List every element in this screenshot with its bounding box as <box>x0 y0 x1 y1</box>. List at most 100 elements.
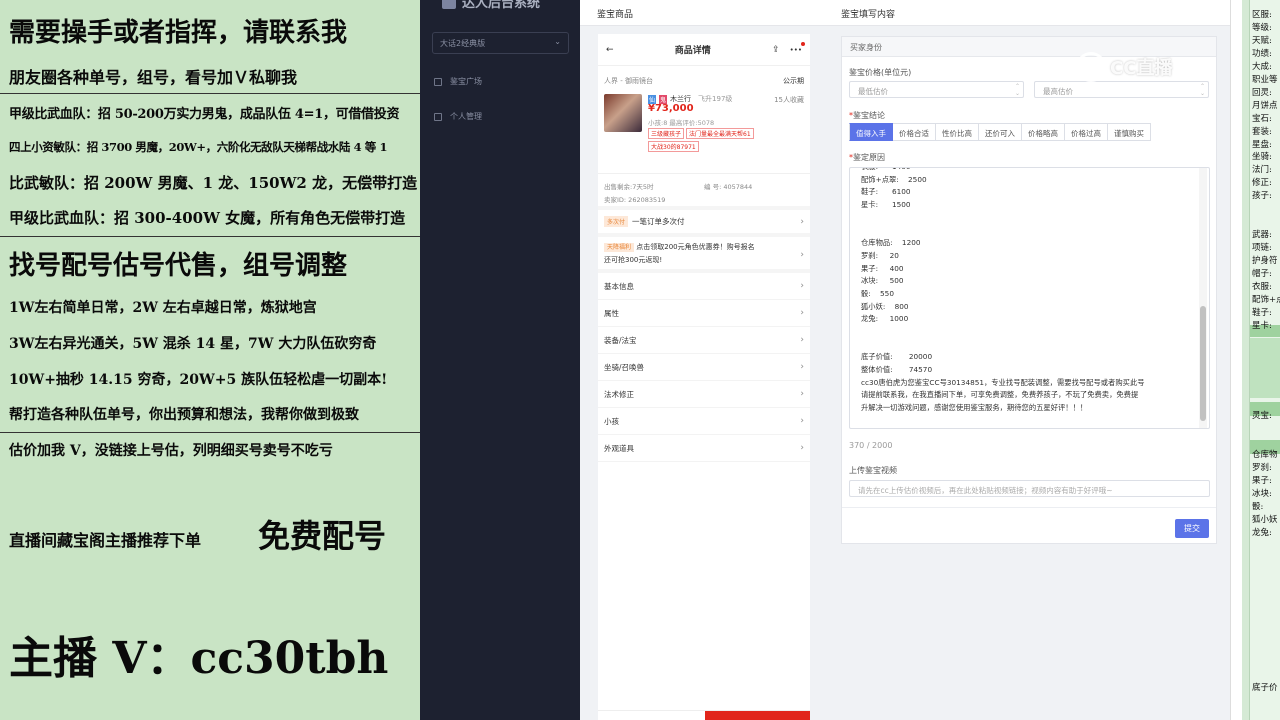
more-icon[interactable]: ••• <box>790 41 805 54</box>
tag: 三级藏孩子 <box>648 128 685 139</box>
notes-line: 月饼点 <box>1252 100 1278 111</box>
game-select[interactable]: 大话2经典版 ⌄ <box>432 32 569 54</box>
promo-text-2: 还可抢300元返现! <box>604 256 663 264</box>
reason-line: 狐小妖: 800 <box>861 301 909 311</box>
reason-label: *鉴定原因 <box>849 153 885 162</box>
menu-label: 小孩 <box>604 416 619 426</box>
role-card[interactable]: 仙 鬼 木兰行 飞升197级 15人收藏 ¥73,000 小孩:8 最高评价:5… <box>598 94 810 174</box>
option-worth-buying[interactable]: 值得入手 <box>849 123 893 141</box>
promo-highlight: 免费配号 <box>258 517 387 555</box>
sidebar-item-personal[interactable]: 个人管理 <box>434 111 482 122</box>
page-header: 鉴宝商品 鉴宝填写内容 <box>580 0 1230 26</box>
notes-line: 星卡: <box>1252 320 1272 331</box>
buy-button[interactable] <box>705 711 810 720</box>
multi-pay-row[interactable]: 多次付 一笔订单多次付 › <box>598 210 810 237</box>
option-bargain[interactable]: 还价可入 <box>979 123 1022 141</box>
product-preview: ← 商品详情 ⇪ ••• 人界 - 御雨镜台 公示期 仙 鬼 木兰行 飞升197… <box>598 34 810 720</box>
brand-title: 达人后台系统 <box>462 0 541 11</box>
sidebar-item-label: 个人管理 <box>450 112 482 121</box>
char-count: 370 / 2000 <box>849 441 893 450</box>
textarea-scroll-thumb[interactable] <box>1200 306 1206 421</box>
preview-navbar: ← 商品详情 ⇪ ••• <box>598 34 810 66</box>
menu-item-spell-mod[interactable]: 法术修正 › <box>598 381 810 408</box>
share-icon[interactable]: ⇪ <box>772 45 780 55</box>
window-scrollbar[interactable] <box>1230 0 1242 720</box>
menu-item-mounts-pets[interactable]: 坐骑/召唤兽 › <box>598 354 810 381</box>
notes-line: 坐骑: <box>1252 152 1272 163</box>
sidebar: 达人后台系统 大话2经典版 ⌄ 鉴宝广场 个人管理 <box>420 0 580 720</box>
watermark-text: CC直播 <box>1110 58 1173 79</box>
server-row: 人界 - 御雨镜台 公示期 <box>598 76 810 86</box>
notes-line: 骰: <box>1252 502 1264 513</box>
notes-line: 护身符 <box>1252 256 1278 267</box>
price-label: 鉴宝价格(单位元) <box>849 68 912 77</box>
reason-line: 冰块: 500 <box>861 276 904 286</box>
menu-item-equipment[interactable]: 装备/法宝 › <box>598 327 810 354</box>
notes-line: 套装: <box>1252 126 1272 137</box>
chevron-right-icon: › <box>800 308 804 318</box>
video-link-input[interactable]: 请先在cc上传估价视频后，再在此处粘贴视频链接；视频内容有助于好评哦~ <box>849 480 1210 497</box>
reason-textarea[interactable]: 衣服: 1400配饰+点翠: 2500 鞋子: 6100 星卡: 1500 仓库物品:… <box>849 167 1210 429</box>
menu-label: 外观道具 <box>604 443 634 453</box>
stepper-icon[interactable]: ⌃ ⌄ <box>1015 83 1020 97</box>
notes-line: 果子: <box>1252 476 1272 487</box>
time-left: 出售剩余:7天5时 <box>604 183 654 191</box>
conclusion-options: 值得入手 价格合适 性价比高 还价可入 价格略高 价格过高 谨慎购买 <box>849 123 1151 141</box>
option-good-value[interactable]: 性价比高 <box>936 123 979 141</box>
appraisal-form: 买家身份 鉴宝价格(单位元) 最低估价 ⌃ ⌄ 最高估价 ⌃ ⌄ *鉴宝结论 值得入… <box>841 36 1217 544</box>
brand: 达人后台系统 <box>442 0 540 11</box>
price: ¥73,000 <box>648 103 694 114</box>
chevron-right-icon: › <box>800 216 804 227</box>
streamer-contact: 主播 V：cc30tbh <box>9 633 389 684</box>
promo-line: 估价加我 V，没链接上号估，列明细买号卖号不吃亏 <box>9 443 333 459</box>
chevron-right-icon: › <box>800 443 804 453</box>
reason-line: 鞋子: 6100 <box>861 187 911 197</box>
stepper-icon[interactable]: ⌃ ⌄ <box>1200 83 1205 97</box>
reason-line: 升解决一切游戏问题，感谢您使用鉴宝服务，期待您的五星好评！！！ <box>861 403 1088 413</box>
favorites-count: 15人收藏 <box>774 96 804 104</box>
menu-item-attributes[interactable]: 属性 › <box>598 300 810 327</box>
notes-line: 龙兔: <box>1252 528 1272 538</box>
brand-logo-icon <box>442 0 456 9</box>
min-price-input[interactable]: 最低估价 ⌃ ⌄ <box>849 81 1024 98</box>
max-price-placeholder: 最高估价 <box>1043 87 1073 96</box>
max-price-input[interactable]: 最高估价 ⌃ ⌄ <box>1034 81 1209 98</box>
option-slightly-high[interactable]: 价格略高 <box>1022 123 1065 141</box>
cc-live-watermark: CC直播 <box>1076 52 1172 82</box>
reason-line: 衣服: 1400 <box>861 168 1197 174</box>
notes-document: 区服: 等级: 天赋: 功绩: 大成: 职业等 回灵: 月饼点 宝石: 套装: 星盘: 坐骑: 法门: 修… <box>1242 0 1280 720</box>
notes-line: 宝石: <box>1252 113 1272 124</box>
pay-text: 一笔订单多次付 <box>632 217 685 226</box>
menu-item-children[interactable]: 小孩 › <box>598 408 810 435</box>
min-price-placeholder: 最低估价 <box>858 87 888 96</box>
notes-line: 等级: <box>1252 22 1272 33</box>
reason-line: 果子: 400 <box>861 263 904 273</box>
reason-line <box>861 326 1197 339</box>
promo-row[interactable]: 天降福利 点击领取200元角色优惠券！购号报名 还可抢300元返现! › <box>598 237 810 273</box>
notes-line: 功绩: <box>1252 48 1272 59</box>
pay-tag: 多次付 <box>604 216 629 227</box>
menu-item-basic-info[interactable]: 基本信息 › <box>598 273 810 300</box>
highlight-block <box>1250 338 1280 398</box>
sidebar-item-label: 鉴宝广场 <box>450 77 482 86</box>
promo-line: 直播间藏宝阁主播推荐下单 <box>9 531 202 550</box>
promo-line: 比武敏队：招 200W 男魔、1 龙、150W2 龙，无偿带打造 <box>9 174 418 192</box>
menu-label: 装备/法宝 <box>604 335 637 345</box>
back-arrow-icon[interactable]: ← <box>606 45 614 55</box>
notes-line: 法门: <box>1252 165 1272 176</box>
chevron-right-icon: › <box>800 250 804 260</box>
submit-button[interactable]: 提交 <box>1175 519 1209 538</box>
promo-line: 3W左右异光通关，5W 混杀 14 星，7W 大力队伍砍穷奇 <box>9 336 377 352</box>
promo-line: 甲级比武血队：招 50-200万实力男鬼，成品队伍 4=1，可借借投资 <box>9 107 400 122</box>
divider <box>0 432 420 433</box>
reason-line: cc30唐伯虎为您鉴宝CC号30134851，专业找号配装调整，需要找号配号或者… <box>861 377 1145 387</box>
option-cautious[interactable]: 谨慎购买 <box>1108 123 1151 141</box>
reason-line: 请提前联系我，在我直播间下单，可享免费调整，免费养孩子，不玩了免费卖，免费提 <box>861 390 1139 400</box>
option-fair-price[interactable]: 价格合适 <box>893 123 936 141</box>
menu-label: 基本信息 <box>604 281 634 291</box>
notes-line: 项链: <box>1252 243 1272 254</box>
screen: 需要操手或者指挥，请联系我 朋友圈各种单号，组号，看号加Ｖ私聊我 甲级比武血队：… <box>0 0 1280 720</box>
menu-item-appearance[interactable]: 外观道具 › <box>598 435 810 462</box>
sidebar-item-appraisal-square[interactable]: 鉴宝广场 <box>434 76 482 87</box>
option-too-high[interactable]: 价格过高 <box>1065 123 1108 141</box>
